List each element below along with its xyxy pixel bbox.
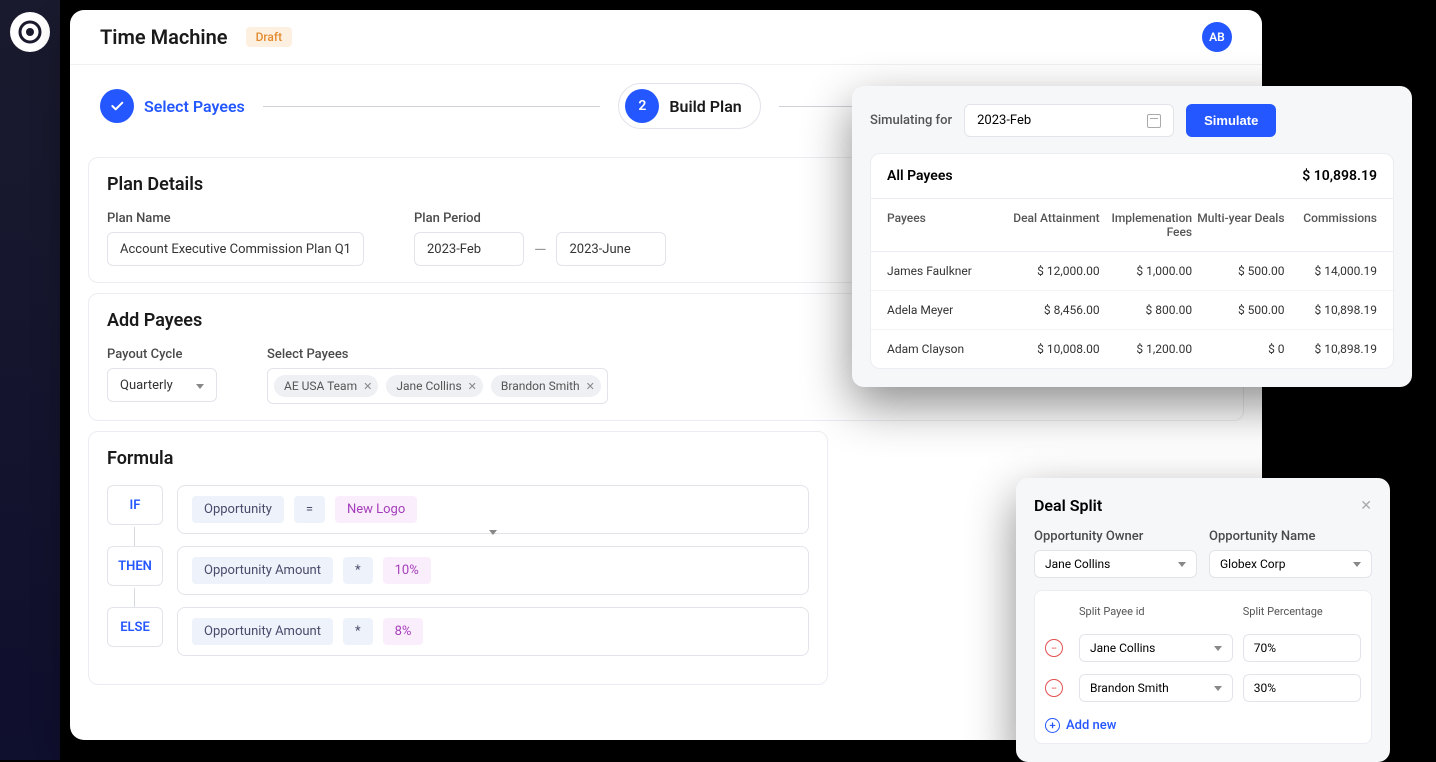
simulate-for-label: Simulating for <box>870 113 952 128</box>
opportunity-owner-label: Opportunity Owner <box>1034 529 1197 544</box>
step-2-label: Build Plan <box>669 97 741 116</box>
chevron-down-icon <box>1214 646 1222 651</box>
formula-title: Formula <box>107 448 809 469</box>
formula-if-expr[interactable]: Opportunity = New Logo <box>177 485 809 534</box>
chevron-down-icon <box>1353 562 1361 567</box>
formula-then-keyword[interactable]: THEN <box>107 546 163 586</box>
remove-row-icon[interactable]: − <box>1045 639 1063 657</box>
sim-column-header: Deal Attainment <box>1007 211 1099 239</box>
if-operator[interactable]: = <box>294 496 325 523</box>
sim-table-row[interactable]: Adela Meyer$ 8,456.00$ 800.00$ 500.00$ 1… <box>871 291 1393 330</box>
then-value[interactable]: 10% <box>383 557 431 584</box>
simulate-month-input[interactable]: 2023-Feb <box>964 104 1174 137</box>
sim-table-row[interactable]: Adam Clayson$ 10,008.00$ 1,200.00$ 0$ 10… <box>871 330 1393 368</box>
else-operator[interactable]: * <box>343 618 373 645</box>
formula-else-expr[interactable]: Opportunity Amount * 8% <box>177 607 809 656</box>
plus-icon: + <box>1045 718 1060 733</box>
split-col-payee: Split Payee id <box>1079 605 1233 618</box>
formula-if-keyword[interactable]: IF <box>107 485 163 525</box>
plan-name-input[interactable]: Account Executive Commission Plan Q1 <box>107 232 364 266</box>
period-from-input[interactable]: 2023-Feb <box>414 232 524 266</box>
chevron-down-icon <box>1178 562 1186 567</box>
payee-tag[interactable]: Jane Collins✕ <box>386 375 483 397</box>
split-col-percentage: Split Percentage <box>1243 605 1361 618</box>
split-payee-select[interactable]: Brandon Smith <box>1079 674 1233 702</box>
step-1-label[interactable]: Select Payees <box>144 97 245 116</box>
sim-column-header: Implemenation Fees <box>1100 211 1192 239</box>
simulate-panel: Simulating for 2023-Feb Simulate All Pay… <box>852 86 1412 387</box>
chevron-down-icon <box>196 384 204 389</box>
page-title: Time Machine <box>100 25 228 49</box>
close-icon[interactable]: ✕ <box>1360 498 1372 514</box>
user-avatar[interactable]: AB <box>1202 22 1232 52</box>
deal-split-panel: Deal Split ✕ Opportunity Owner Jane Coll… <box>1016 478 1390 762</box>
split-percentage-input[interactable]: 30% <box>1243 674 1361 702</box>
then-operator[interactable]: * <box>343 557 373 584</box>
split-percentage-input[interactable]: 70% <box>1243 634 1361 662</box>
period-dash: — <box>534 240 547 259</box>
simulate-button[interactable]: Simulate <box>1186 104 1276 137</box>
split-table: Split Payee id Split Percentage −Jane Co… <box>1034 590 1372 744</box>
opportunity-owner-select[interactable]: Jane Collins <box>1034 550 1197 578</box>
sim-column-header: Multi-year Deals <box>1192 211 1284 239</box>
tag-remove-icon[interactable]: ✕ <box>468 380 477 393</box>
payee-tag[interactable]: AE USA Team✕ <box>274 375 378 397</box>
calendar-icon <box>1147 114 1161 128</box>
split-row: −Jane Collins 70% <box>1045 628 1361 668</box>
else-value[interactable]: 8% <box>383 618 424 645</box>
plan-period-label: Plan Period <box>414 211 667 226</box>
draft-badge: Draft <box>246 27 293 47</box>
simulate-table: All Payees $ 10,898.19 PayeesDeal Attain… <box>870 153 1394 369</box>
select-payees-label: Select Payees <box>267 347 608 362</box>
tag-remove-icon[interactable]: ✕ <box>363 380 372 393</box>
payee-tag[interactable]: Brandon Smith✕ <box>491 375 601 397</box>
payout-cycle-label: Payout Cycle <box>107 347 217 362</box>
app-logo[interactable] <box>10 12 50 52</box>
tag-remove-icon[interactable]: ✕ <box>586 380 595 393</box>
add-new-button[interactable]: + Add new <box>1045 718 1361 733</box>
chevron-down-icon <box>1214 686 1222 691</box>
remove-row-icon[interactable]: − <box>1045 679 1063 697</box>
expand-chevron-icon[interactable] <box>485 525 501 541</box>
step-2-number: 2 <box>625 89 659 123</box>
deal-split-title: Deal Split <box>1034 496 1102 515</box>
formula-then-expr[interactable]: Opportunity Amount * 10% <box>177 546 809 595</box>
period-to-input[interactable]: 2023-June <box>556 232 666 266</box>
then-variable[interactable]: Opportunity Amount <box>192 557 333 584</box>
opportunity-name-select[interactable]: Globex Corp <box>1209 550 1372 578</box>
opportunity-name-label: Opportunity Name <box>1209 529 1372 544</box>
sim-column-header: Commissions <box>1285 211 1377 239</box>
formula-section: Formula IF Opportunity = New Logo THEN O… <box>88 431 828 685</box>
if-variable[interactable]: Opportunity <box>192 496 284 523</box>
step-2[interactable]: 2 Build Plan <box>618 83 760 129</box>
payees-tag-input[interactable]: AE USA Team✕ Jane Collins✕ Brandon Smith✕ <box>267 368 608 404</box>
else-variable[interactable]: Opportunity Amount <box>192 618 333 645</box>
plan-name-label: Plan Name <box>107 211 364 226</box>
if-value[interactable]: New Logo <box>335 496 417 523</box>
formula-else-keyword[interactable]: ELSE <box>107 607 163 647</box>
sim-table-row[interactable]: James Faulkner$ 12,000.00$ 1,000.00$ 500… <box>871 252 1393 291</box>
all-payees-label: All Payees <box>887 168 953 184</box>
all-payees-total: $ 10,898.19 <box>1302 168 1377 184</box>
split-payee-select[interactable]: Jane Collins <box>1079 634 1233 662</box>
sim-column-header: Payees <box>887 211 1007 239</box>
payout-cycle-select[interactable]: Quarterly <box>107 368 217 402</box>
step-1-icon[interactable] <box>100 89 134 123</box>
split-row: −Brandon Smith 30% <box>1045 668 1361 708</box>
